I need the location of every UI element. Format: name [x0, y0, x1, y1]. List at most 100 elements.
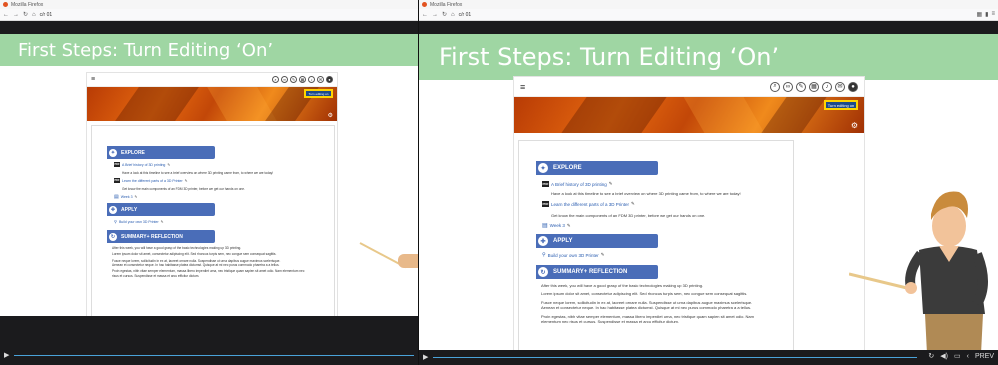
home-icon[interactable]: ⌂ [32, 12, 36, 18]
activity-title[interactable]: A Brief history of 3D printing [122, 163, 165, 167]
activity-item[interactable]: PDF A Brief history of 3D printing ✎ [542, 181, 613, 187]
activity-item[interactable]: ▤ Week 3 ✎ [542, 222, 571, 230]
title-bar: Mozilla Firefox [419, 0, 998, 9]
captions-icon[interactable]: ▭ [954, 352, 961, 360]
gear-icon[interactable]: ⚙ [851, 121, 858, 130]
pencil-icon[interactable]: ✎ [609, 181, 613, 187]
activity-title[interactable]: Week 3 [121, 195, 133, 199]
pencil-icon[interactable]: ✎ [567, 223, 571, 229]
section-title: APPLY [553, 238, 573, 244]
play-icon[interactable]: ▶ [423, 353, 428, 361]
search-icon[interactable]: ⌕ [272, 76, 279, 83]
replay-icon[interactable]: ↻ [928, 352, 934, 360]
nav-bar: ← → ↻ ⌂ c/r 01 ▦ ▮ ≡ [419, 9, 998, 21]
pencil-icon[interactable]: ✎ [135, 195, 138, 199]
volume-icon[interactable]: ◀) [940, 352, 948, 360]
back-icon[interactable]: ← [422, 12, 428, 18]
pencil-icon[interactable]: ✎ [167, 163, 170, 167]
activity-item[interactable]: PDF A Brief history of 3D printing ✎ [114, 162, 170, 167]
edit-icon[interactable]: ✎ [796, 81, 806, 92]
prev-button[interactable]: PREV [975, 353, 994, 360]
link-icon[interactable]: ∞ [783, 81, 793, 92]
pencil-icon[interactable]: ✎ [601, 252, 605, 258]
chat-icon[interactable]: ✉ [835, 81, 845, 92]
activity-title[interactable]: A Brief history of 3D printing [551, 182, 607, 187]
firefox-icon [3, 2, 8, 7]
player-bar: ▶ ↻ ◀) ▭ ‹ PREV [419, 350, 998, 365]
section-header-explore[interactable]: ✦ EXPLORE [536, 161, 658, 175]
turn-editing-on-button[interactable]: Turn editing on [824, 100, 858, 110]
dark-gap [0, 21, 418, 34]
user-avatar-icon[interactable]: ● [326, 76, 333, 83]
bell-icon[interactable]: ♪ [308, 76, 315, 83]
calendar-icon[interactable]: ▦ [299, 76, 306, 83]
menu-icon[interactable]: ≡ [91, 76, 95, 83]
forward-icon[interactable]: → [432, 12, 438, 18]
back-icon[interactable]: ← [3, 12, 9, 18]
presenter-hand [398, 254, 418, 268]
top-icons: ⌕ ∞ ✎ ▦ ♪ ✉ ● [272, 76, 333, 83]
summary-paragraph: Lorem ipsum dolor sit amet, consectetur … [541, 291, 748, 297]
activity-title[interactable]: Build your own 3D Printer [119, 220, 159, 224]
home-icon[interactable]: ⌂ [451, 12, 455, 18]
left-browser-window: Mozilla Firefox ← → ↻ ⌂ c/r 01 First Ste… [0, 0, 418, 365]
url-bar[interactable]: c/r 01 [40, 12, 53, 18]
prev-chevron-icon[interactable]: ‹ [967, 353, 969, 360]
search-icon[interactable]: ⌕ [770, 81, 780, 92]
page-icon: ▤ [114, 194, 119, 200]
reload-icon[interactable]: ↻ [23, 11, 28, 18]
activity-item[interactable]: PDF Learn the different parts of a 3D Pr… [114, 178, 188, 183]
progress-bar[interactable] [14, 355, 414, 356]
pdf-icon: PDF [542, 181, 549, 187]
play-icon[interactable]: ▶ [4, 351, 9, 359]
bell-icon[interactable]: ♪ [822, 81, 832, 92]
reload-icon[interactable]: ↻ [442, 11, 447, 18]
url-bar[interactable]: c/r 01 [459, 12, 472, 18]
section-header-summary[interactable]: ↻ SUMMARY+ REFLECTION [107, 230, 215, 243]
link-icon[interactable]: ∞ [281, 76, 288, 83]
turn-editing-on-button[interactable]: Turn editing on [304, 89, 333, 98]
pencil-icon[interactable]: ✎ [161, 220, 164, 224]
user-avatar-icon[interactable]: ● [848, 81, 858, 92]
title-bar: Mozilla Firefox [0, 0, 418, 9]
calendar-icon[interactable]: ▦ [809, 81, 819, 92]
activity-item[interactable]: PDF Learn the different parts of a 3D Pr… [542, 201, 635, 207]
activity-title[interactable]: Week 3 [550, 223, 565, 228]
activity-title[interactable]: Learn the different parts of a 3D Printe… [122, 179, 183, 183]
section-header-explore[interactable]: ✦ EXPLORE [107, 146, 215, 159]
activity-desc: Have a look at this timeline to see a br… [551, 191, 741, 196]
activity-item[interactable]: ⚲ Build your own 3D Printer ✎ [542, 252, 604, 258]
summary-paragraph: Proin egestas, nibh vitae semper element… [541, 313, 754, 324]
link-icon: ⚲ [114, 219, 117, 224]
activity-title[interactable]: Learn the different parts of a 3D Printe… [551, 202, 629, 207]
bookmark-icon[interactable]: ▮ [985, 11, 988, 18]
section-header-apply[interactable]: ✚ APPLY [107, 203, 215, 216]
course-content: ✦ EXPLORE PDF A Brief history of 3D prin… [91, 125, 335, 316]
activity-title[interactable]: Build your own 3D Printer [548, 253, 599, 258]
activity-item[interactable]: ▤ Week 3 ✎ [114, 194, 137, 200]
progress-bar[interactable] [433, 357, 917, 358]
section-title: EXPLORE [553, 165, 582, 171]
pencil-icon[interactable]: ✎ [631, 201, 635, 207]
moodle-top-bar: ≡ ⌕ ∞ ✎ ▦ ♪ ✉ ● [514, 77, 864, 97]
forward-icon[interactable]: → [13, 12, 19, 18]
pencil-icon[interactable]: ✎ [185, 179, 188, 183]
activity-item[interactable]: ⚲ Build your own 3D Printer ✎ [114, 219, 164, 224]
rotate-icon: ↻ [538, 267, 548, 277]
banner-title: First Steps: Turn Editing ‘On’ [18, 39, 274, 61]
right-browser-window: Mozilla Firefox ← → ↻ ⌂ c/r 01 ▦ ▮ ≡ Fir… [419, 0, 998, 365]
presenter-hand [905, 282, 917, 294]
chat-icon[interactable]: ✉ [317, 76, 324, 83]
section-header-apply[interactable]: ✚ APPLY [536, 234, 658, 248]
activity-desc: Get know the main components of an FDM 3… [122, 187, 245, 191]
pointer-stick [849, 272, 912, 291]
dark-gap [419, 21, 998, 34]
menu-icon[interactable]: ≡ [520, 82, 525, 92]
wrench-icon: ✚ [538, 236, 548, 246]
menu-icon[interactable]: ≡ [991, 11, 995, 18]
edit-icon[interactable]: ✎ [290, 76, 297, 83]
grid-icon[interactable]: ▦ [977, 11, 983, 18]
gear-icon[interactable]: ⚙ [328, 112, 333, 119]
summary-paragraph: Lorem ipsum dolor sit amet, consectetur … [112, 252, 277, 257]
section-header-summary[interactable]: ↻ SUMMARY+ REFLECTION [536, 265, 658, 279]
